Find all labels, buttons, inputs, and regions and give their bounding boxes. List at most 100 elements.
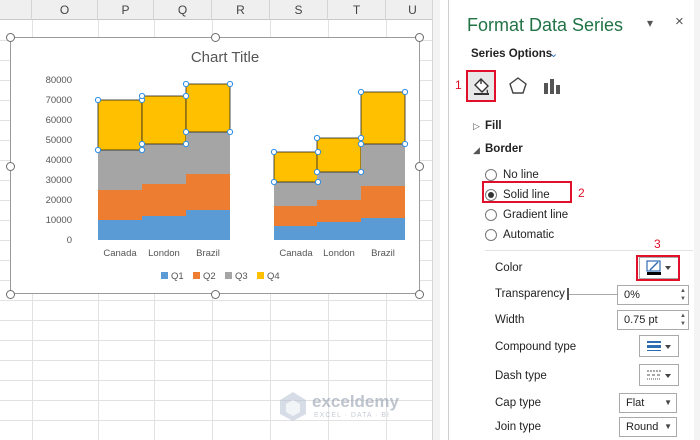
chevron-down-icon[interactable]: ▼ [664, 418, 672, 436]
bar-q2[interactable] [98, 190, 142, 220]
transparency-input[interactable]: 0% ▲ ▼ [617, 285, 689, 305]
radio-button[interactable] [485, 229, 497, 241]
fill-and-line-tab[interactable] [466, 70, 496, 102]
selection-handle-dot[interactable] [270, 178, 278, 186]
chevron-down-icon[interactable]: ◢ [473, 145, 480, 156]
worksheet[interactable]: O P Q R S T U Chart Title 0 10000 20000 300… [0, 0, 440, 440]
bar-q3[interactable] [98, 150, 142, 190]
bar-q1[interactable] [274, 226, 318, 240]
bar-q4[interactable] [141, 95, 187, 145]
legend-swatch-q2[interactable] [193, 272, 200, 279]
border-section-header[interactable]: Border [485, 143, 523, 155]
series-options-dropdown[interactable]: Series Options [471, 48, 552, 60]
chart-object[interactable]: Chart Title 0 10000 20000 30000 40000 50000 60… [6, 33, 424, 299]
chevron-down-icon[interactable]: ▼ [664, 394, 672, 412]
chart-resize-handle[interactable] [211, 33, 220, 42]
bar-q1[interactable] [98, 220, 142, 240]
close-icon[interactable]: × [675, 13, 684, 30]
selection-handle-dot[interactable] [357, 134, 365, 142]
radio-gradient-line[interactable]: Gradient line [485, 209, 568, 221]
bar-q2[interactable] [317, 200, 361, 222]
effects-tab[interactable] [503, 70, 533, 102]
bar-q2[interactable] [361, 186, 405, 218]
spinner-arrows-icon[interactable]: ▲ ▼ [680, 312, 686, 328]
selection-handle-dot[interactable] [182, 92, 190, 100]
chart-title[interactable]: Chart Title [191, 49, 259, 66]
column-header-t[interactable]: T [328, 0, 386, 20]
pane-options-icon[interactable]: ▾ [647, 16, 653, 30]
column-header-s[interactable]: S [270, 0, 328, 20]
chart-resize-handle[interactable] [6, 33, 15, 42]
width-input[interactable]: 0.75 pt ▲ ▼ [617, 310, 689, 330]
bar-q4[interactable] [97, 99, 143, 151]
column-header-p[interactable]: P [98, 0, 154, 20]
column-header-o[interactable]: O [32, 0, 98, 20]
selection-handle-dot[interactable] [401, 140, 409, 148]
column-header-q[interactable]: Q [154, 0, 212, 20]
spinner-arrows-icon[interactable]: ▲ ▼ [680, 287, 686, 303]
y-axis[interactable]: 0 10000 20000 30000 40000 50000 60000 70000 8000… [46, 75, 72, 246]
selection-handle-dot[interactable] [226, 80, 234, 88]
selection-handle-dot[interactable] [313, 168, 321, 176]
column-header-r[interactable]: R [212, 0, 270, 20]
bar-q1[interactable] [142, 216, 186, 240]
chart-resize-handle[interactable] [415, 33, 424, 42]
bar-q2[interactable] [186, 174, 230, 210]
cap-type-dropdown[interactable]: Flat ▼ [619, 393, 677, 413]
bar-q4[interactable] [360, 91, 406, 145]
bar-q2[interactable] [274, 206, 318, 226]
series-options-tab[interactable] [537, 70, 567, 102]
chart-resize-handle[interactable] [415, 290, 424, 299]
chevron-right-icon[interactable]: ▷ [473, 121, 480, 132]
chevron-down-icon[interactable]: ⌄ [549, 47, 558, 60]
selection-handle-dot[interactable] [138, 92, 146, 100]
selection-handle-dot[interactable] [226, 128, 234, 136]
selection-handle-dot[interactable] [94, 146, 102, 154]
bar-q3[interactable] [274, 182, 318, 206]
transparency-slider-thumb[interactable] [567, 288, 569, 300]
radio-automatic[interactable]: Automatic [485, 229, 554, 241]
x-axis[interactable]: Canada London Brazil Canada London Brazil [103, 248, 395, 259]
chart-resize-handle[interactable] [415, 162, 424, 171]
transparency-slider-track[interactable] [569, 294, 623, 295]
sheet-vertical-scrollbar[interactable] [432, 0, 440, 440]
bar-q1[interactable] [361, 218, 405, 240]
bar-q4[interactable] [273, 151, 319, 183]
bar-q2[interactable] [142, 184, 186, 216]
radio-button[interactable] [485, 209, 497, 221]
radio-button[interactable] [485, 169, 497, 181]
bar-q4[interactable] [316, 137, 362, 173]
selection-handle-dot[interactable] [182, 128, 190, 136]
legend-swatch-q3[interactable] [225, 272, 232, 279]
legend-swatch-q4[interactable] [257, 272, 264, 279]
chart-resize-handle[interactable] [211, 290, 220, 299]
plot-area[interactable] [94, 80, 409, 240]
bar-q4[interactable] [185, 83, 231, 133]
selection-handle-dot[interactable] [270, 148, 278, 156]
bar-q3[interactable] [317, 172, 361, 200]
selection-handle-dot[interactable] [313, 134, 321, 142]
selection-handle-dot[interactable] [94, 96, 102, 104]
stacked-column-chart[interactable]: Chart Title 0 10000 20000 30000 40000 50000 60… [11, 38, 421, 295]
chart-resize-handle[interactable] [6, 290, 15, 299]
selection-handle-dot[interactable] [138, 146, 146, 154]
pane-scrollbar[interactable] [694, 0, 700, 440]
selection-handle-dot[interactable] [357, 140, 365, 148]
radio-no-line[interactable]: No line [485, 169, 539, 181]
bar-q3[interactable] [142, 144, 186, 184]
legend-swatch-q1[interactable] [161, 272, 168, 279]
selection-handle-dot[interactable] [357, 168, 365, 176]
selection-handle-dot[interactable] [138, 140, 146, 148]
fill-section-header[interactable]: Fill [485, 120, 502, 132]
selection-handle-dot[interactable] [182, 140, 190, 148]
selection-handle-dot[interactable] [314, 178, 322, 186]
bar-q3[interactable] [361, 144, 405, 186]
dash-type-dropdown[interactable] [639, 364, 679, 386]
bar-q1[interactable] [317, 222, 361, 240]
selection-handle-dot[interactable] [401, 88, 409, 96]
selection-handle-dot[interactable] [182, 80, 190, 88]
join-type-dropdown[interactable]: Round ▼ [619, 417, 677, 437]
chart-legend[interactable]: Q1 Q2 Q3 Q4 [161, 271, 280, 282]
column-header[interactable] [0, 0, 32, 20]
compound-type-dropdown[interactable] [639, 335, 679, 357]
